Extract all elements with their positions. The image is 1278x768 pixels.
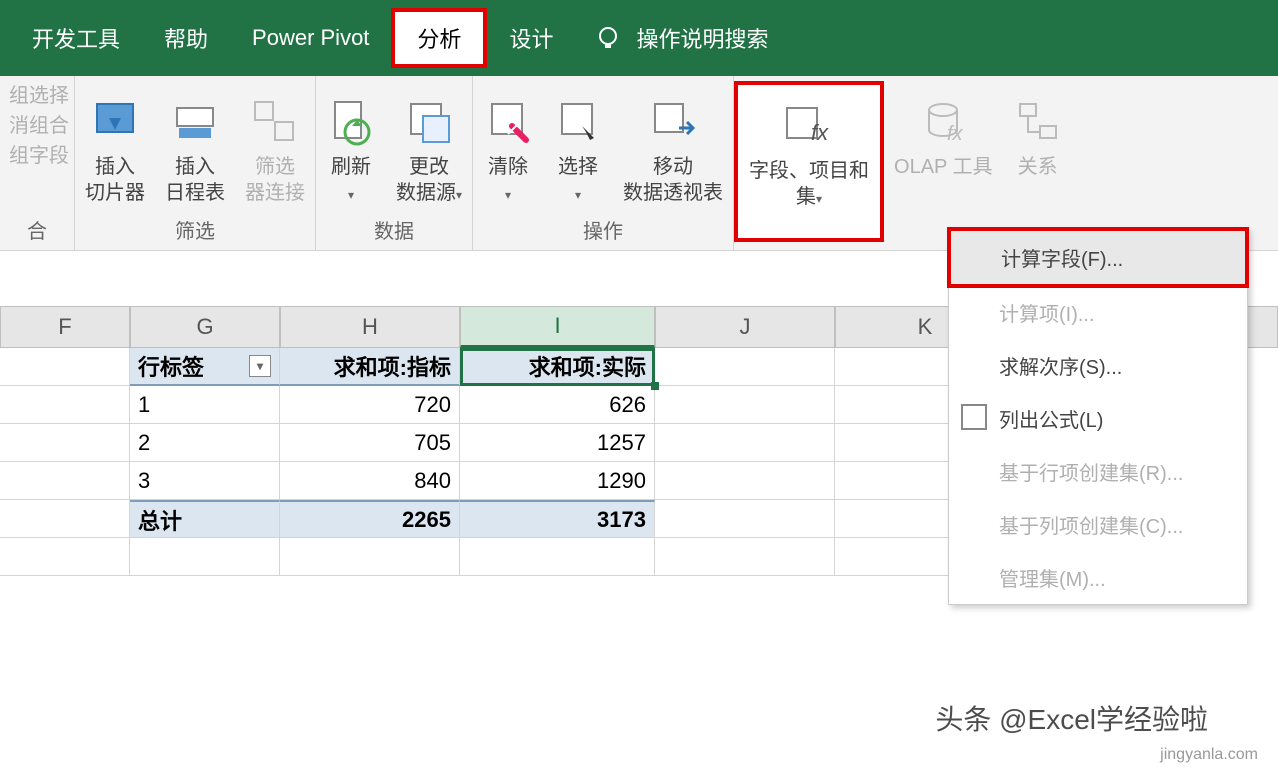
move-pivot-button[interactable]: 移动 数据透视表: [613, 81, 733, 213]
cell[interactable]: [0, 348, 130, 386]
ungroup-button: 消组合: [5, 111, 73, 141]
pivot-sum-actual-header[interactable]: 求和项:实际: [460, 348, 655, 386]
watermark-text: 头条 @Excel学经验啦: [935, 698, 1208, 738]
group-label-filter: 筛选: [175, 213, 215, 250]
group-label-data: 数据: [374, 213, 414, 250]
tell-me-search[interactable]: 操作说明搜索: [595, 22, 768, 54]
pivot-sum-target-header[interactable]: 求和项:指标: [280, 348, 460, 386]
pivot-row-label[interactable]: 3: [130, 462, 280, 500]
filter-connections-button: 筛选 器连接: [235, 81, 315, 213]
relationships-icon: [1014, 98, 1062, 146]
data-source-icon: [405, 98, 453, 146]
selection-fill-handle[interactable]: [651, 382, 659, 390]
pivot-row-labels-header[interactable]: 行标签 ▾: [130, 348, 280, 386]
select-button[interactable]: 选择▾: [543, 81, 613, 213]
lightbulb-icon: [595, 25, 621, 51]
pivot-value[interactable]: 1290: [460, 462, 655, 500]
tab-power-pivot[interactable]: Power Pivot: [230, 8, 391, 68]
tab-help[interactable]: 帮助: [142, 8, 230, 68]
col-header-H[interactable]: H: [280, 306, 460, 348]
filter-dropdown-icon[interactable]: ▾: [249, 355, 271, 377]
cell[interactable]: [0, 386, 130, 424]
tab-design[interactable]: 设计: [487, 8, 575, 68]
menu-calculated-field[interactable]: 计算字段(F)...: [951, 231, 1245, 284]
cell[interactable]: [0, 462, 130, 500]
fx-icon: fx: [781, 102, 837, 150]
refresh-icon: [327, 98, 375, 146]
col-header-I[interactable]: I: [460, 306, 655, 348]
cell[interactable]: [655, 348, 835, 386]
svg-text:fx: fx: [811, 120, 829, 145]
insert-slicer-button[interactable]: 插入 切片器: [75, 81, 155, 213]
menu-list-formulas[interactable]: 列出公式(L): [949, 392, 1247, 445]
pivot-row-label[interactable]: 1: [130, 386, 280, 424]
fields-items-sets-button[interactable]: fx 字段、项目和 集▾: [734, 81, 884, 242]
fields-sets-dropdown: 计算字段(F)... 计算项(I)... 求解次序(S)... 列出公式(L) …: [948, 228, 1248, 605]
svg-text:fx: fx: [947, 123, 964, 145]
clear-icon: [484, 98, 532, 146]
pivot-value[interactable]: 720: [280, 386, 460, 424]
group-label-actions: 操作: [583, 213, 623, 250]
pivot-total-value[interactable]: 3173: [460, 500, 655, 538]
olap-icon: fx: [919, 98, 967, 146]
cell[interactable]: [655, 386, 835, 424]
cell[interactable]: [0, 424, 130, 462]
menubar: 开发工具 帮助 Power Pivot 分析 设计 操作说明搜索: [0, 0, 1278, 76]
cell[interactable]: [655, 500, 835, 538]
pivot-total-label[interactable]: 总计: [130, 500, 280, 538]
relationships-button: 关系: [1003, 81, 1073, 242]
pivot-value[interactable]: 626: [460, 386, 655, 424]
group-select-button: 组选择: [5, 81, 73, 111]
pivot-value[interactable]: 840: [280, 462, 460, 500]
olap-tools-button: fx OLAP 工具: [884, 81, 1003, 242]
pivot-row-label[interactable]: 2: [130, 424, 280, 462]
search-placeholder: 操作说明搜索: [636, 22, 768, 54]
menu-calculated-item: 计算项(I)...: [949, 286, 1247, 339]
watermark-url: jingyanla.com: [1160, 746, 1258, 764]
menu-create-set-rows: 基于行项创建集(R)...: [949, 445, 1247, 498]
cell[interactable]: [280, 538, 460, 576]
tab-analyze[interactable]: 分析: [391, 8, 487, 68]
cell[interactable]: [655, 462, 835, 500]
pivot-total-value[interactable]: 2265: [280, 500, 460, 538]
menu-solve-order[interactable]: 求解次序(S)...: [949, 339, 1247, 392]
pivot-value[interactable]: 1257: [460, 424, 655, 462]
col-header-F[interactable]: F: [0, 306, 130, 348]
group-field-button: 组字段: [5, 141, 73, 171]
insert-timeline-button[interactable]: 插入 日程表: [155, 81, 235, 213]
col-header-J[interactable]: J: [655, 306, 835, 348]
timeline-icon: [171, 98, 219, 146]
move-pivot-icon: [649, 98, 697, 146]
ribbon: 组选择 消组合 组字段 合 插入 切片器 插入 日程表 筛选 器连接 筛选: [0, 76, 1278, 251]
cell[interactable]: [0, 538, 130, 576]
cell[interactable]: [655, 538, 835, 576]
group-label-group: 合: [27, 213, 47, 250]
select-icon: [554, 98, 602, 146]
clear-button[interactable]: 清除▾: [473, 81, 543, 213]
slicer-icon: [91, 98, 139, 146]
change-data-source-button[interactable]: 更改 数据源▾: [386, 81, 472, 213]
filter-conn-icon: [251, 98, 299, 146]
col-header-G[interactable]: G: [130, 306, 280, 348]
pivot-value[interactable]: 705: [280, 424, 460, 462]
menu-create-set-cols: 基于列项创建集(C)...: [949, 498, 1247, 551]
cell[interactable]: [655, 424, 835, 462]
cell[interactable]: [130, 538, 280, 576]
tab-dev-tools[interactable]: 开发工具: [10, 8, 142, 68]
refresh-button[interactable]: 刷新▾: [316, 81, 386, 213]
cell[interactable]: [460, 538, 655, 576]
menu-manage-sets: 管理集(M)...: [949, 551, 1247, 604]
cell[interactable]: [0, 500, 130, 538]
